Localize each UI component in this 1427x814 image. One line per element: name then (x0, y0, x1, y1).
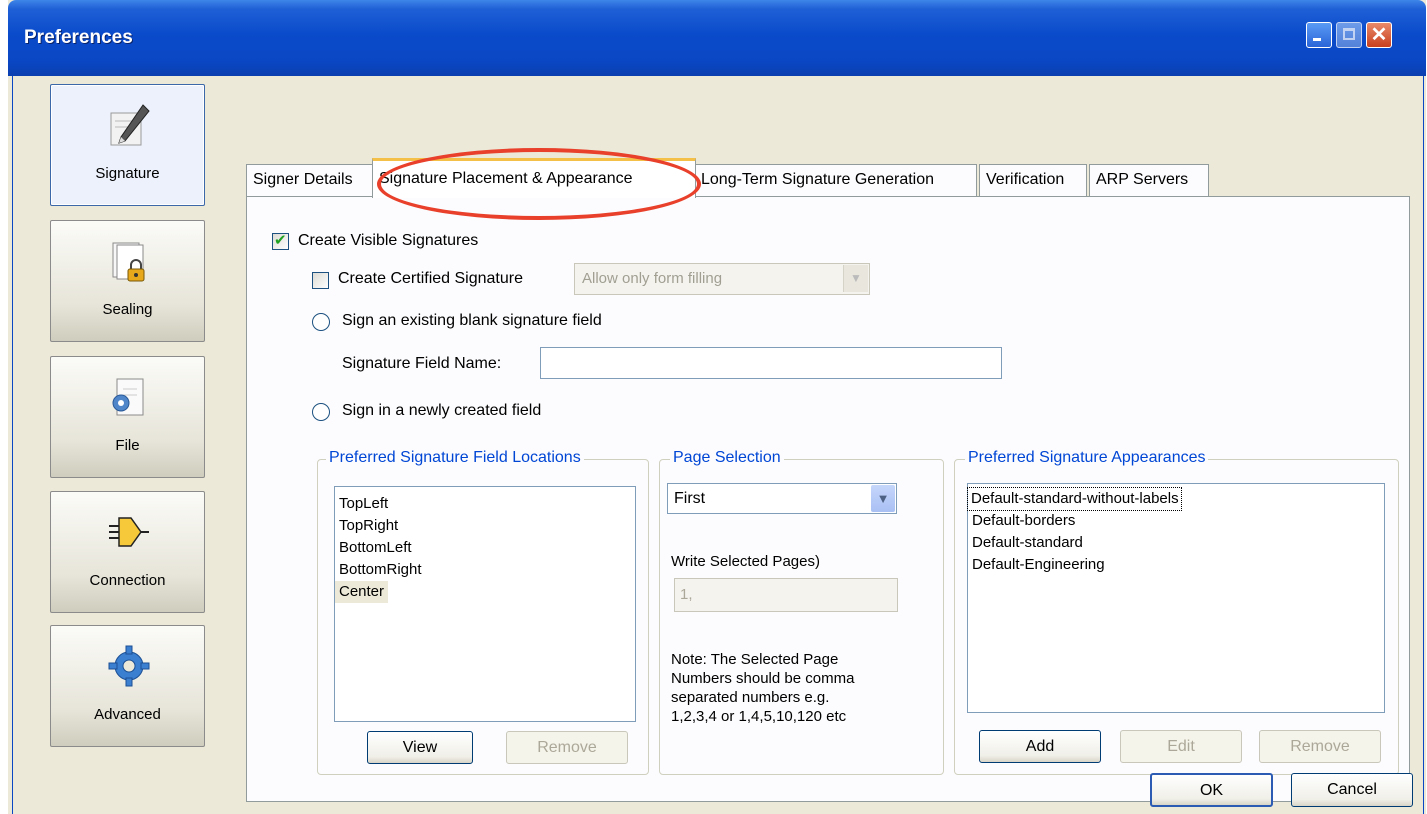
view-button[interactable]: View (367, 731, 473, 764)
nav-connection-label: Connection (89, 572, 166, 589)
nav-sealing[interactable]: Sealing (50, 220, 205, 342)
title-bar[interactable]: Preferences ✕ (8, 0, 1426, 76)
remove-appearance-button: Remove (1259, 730, 1381, 763)
certified-permission-select: Allow only form filling ▼ (574, 263, 870, 295)
gear-icon (108, 645, 150, 687)
nav-advanced-label: Advanced (94, 706, 161, 723)
list-item[interactable]: BottomLeft (335, 537, 635, 559)
create-visible-label: Create Visible Signatures (298, 232, 479, 249)
tab-verification[interactable]: Verification (979, 164, 1087, 196)
list-item[interactable]: Default-borders (968, 510, 1384, 532)
page-selection-title: Page Selection (670, 449, 784, 467)
nav-connection[interactable]: Connection (50, 491, 205, 613)
list-item[interactable]: TopRight (335, 515, 635, 537)
appearances-title: Preferred Signature Appearances (965, 449, 1209, 467)
window-title: Preferences (24, 27, 133, 48)
sign-new-label: Sign in a newly created field (342, 402, 542, 419)
certified-permission-value: Allow only form filling (582, 270, 723, 287)
signature-pen-icon (110, 104, 150, 146)
maximize-icon (1343, 28, 1355, 40)
note-line: Numbers should be comma (671, 670, 855, 687)
note-line: 1,2,3,4 or 1,4,5,10,120 etc (671, 708, 847, 725)
nav-advanced[interactable]: Advanced (50, 625, 205, 747)
dialog-body: Signature Sealing File Connection Advanc… (12, 76, 1424, 814)
file-gear-icon (112, 378, 144, 416)
list-item-focused[interactable]: Default-standard-without-labels (967, 487, 1182, 511)
create-certified-label: Create Certified Signature (338, 270, 523, 287)
list-item[interactable]: BottomRight (335, 559, 635, 581)
list-item-selected[interactable]: Center (335, 581, 389, 603)
edit-appearance-button: Edit (1120, 730, 1242, 763)
locations-title: Preferred Signature Field Locations (326, 449, 584, 467)
ok-button[interactable]: OK (1150, 773, 1273, 807)
document-lock-icon (112, 242, 145, 282)
appearances-group: Preferred Signature Appearances Default-… (954, 449, 1399, 775)
cancel-button[interactable]: Cancel (1291, 773, 1413, 807)
page-selection-group: Page Selection First ▼ Write Selected Pa… (659, 449, 944, 775)
close-icon: ✕ (1370, 24, 1388, 46)
sign-existing-radio[interactable] (312, 313, 330, 331)
preferences-window: Preferences ✕ Signature Sealing File Con… (8, 0, 1426, 814)
chevron-down-icon: ▼ (871, 485, 895, 512)
appearances-list[interactable]: Default-standard-without-labels Default-… (967, 483, 1385, 713)
tab-long-term-signature[interactable]: Long-Term Signature Generation (694, 164, 977, 196)
page-selection-note: Note: The Selected Page Numbers should b… (671, 650, 854, 726)
remove-location-button: Remove (506, 731, 628, 764)
create-visible-checkbox[interactable] (272, 231, 289, 250)
locations-list[interactable]: TopLeft TopRight BottomLeft BottomRight … (334, 486, 636, 722)
list-item[interactable]: Default-standard (968, 532, 1384, 554)
page-selection-value: First (674, 490, 706, 507)
sign-existing-label: Sign an existing blank signature field (342, 312, 602, 329)
list-item[interactable]: TopLeft (335, 493, 635, 515)
plug-icon (109, 517, 149, 547)
note-line: separated numbers e.g. (671, 689, 830, 706)
note-line: Note: The Selected Page (671, 651, 839, 668)
tab-panel: Create Visible Signatures Create Certifi… (246, 196, 1410, 802)
nav-file[interactable]: File (50, 356, 205, 478)
tab-signature-placement[interactable]: Signature Placement & Appearance (372, 158, 696, 198)
sign-new-radio[interactable] (312, 403, 330, 421)
close-button[interactable]: ✕ (1366, 22, 1392, 48)
nav-signature[interactable]: Signature (50, 84, 205, 206)
maximize-button[interactable] (1336, 22, 1362, 48)
selected-pages-input: 1, (674, 578, 898, 612)
chevron-down-icon: ▼ (843, 265, 868, 292)
minimize-icon (1313, 38, 1321, 41)
field-name-label: Signature Field Name: (342, 355, 502, 372)
tab-signer-details[interactable]: Signer Details (246, 164, 374, 196)
write-pages-label: Write Selected Pages) (671, 553, 820, 570)
list-item[interactable]: Default-Engineering (968, 554, 1384, 576)
nav-sealing-label: Sealing (102, 301, 153, 318)
page-selection-select[interactable]: First ▼ (667, 483, 897, 514)
nav-signature-label: Signature (95, 165, 160, 182)
add-appearance-button[interactable]: Add (979, 730, 1101, 763)
tab-arp-servers[interactable]: ARP Servers (1089, 164, 1209, 196)
nav-file-label: File (115, 437, 140, 454)
signature-field-name-input[interactable] (540, 347, 1002, 379)
create-certified-checkbox[interactable] (312, 272, 329, 289)
minimize-button[interactable] (1306, 22, 1332, 48)
locations-group: Preferred Signature Field Locations TopL… (317, 449, 649, 775)
